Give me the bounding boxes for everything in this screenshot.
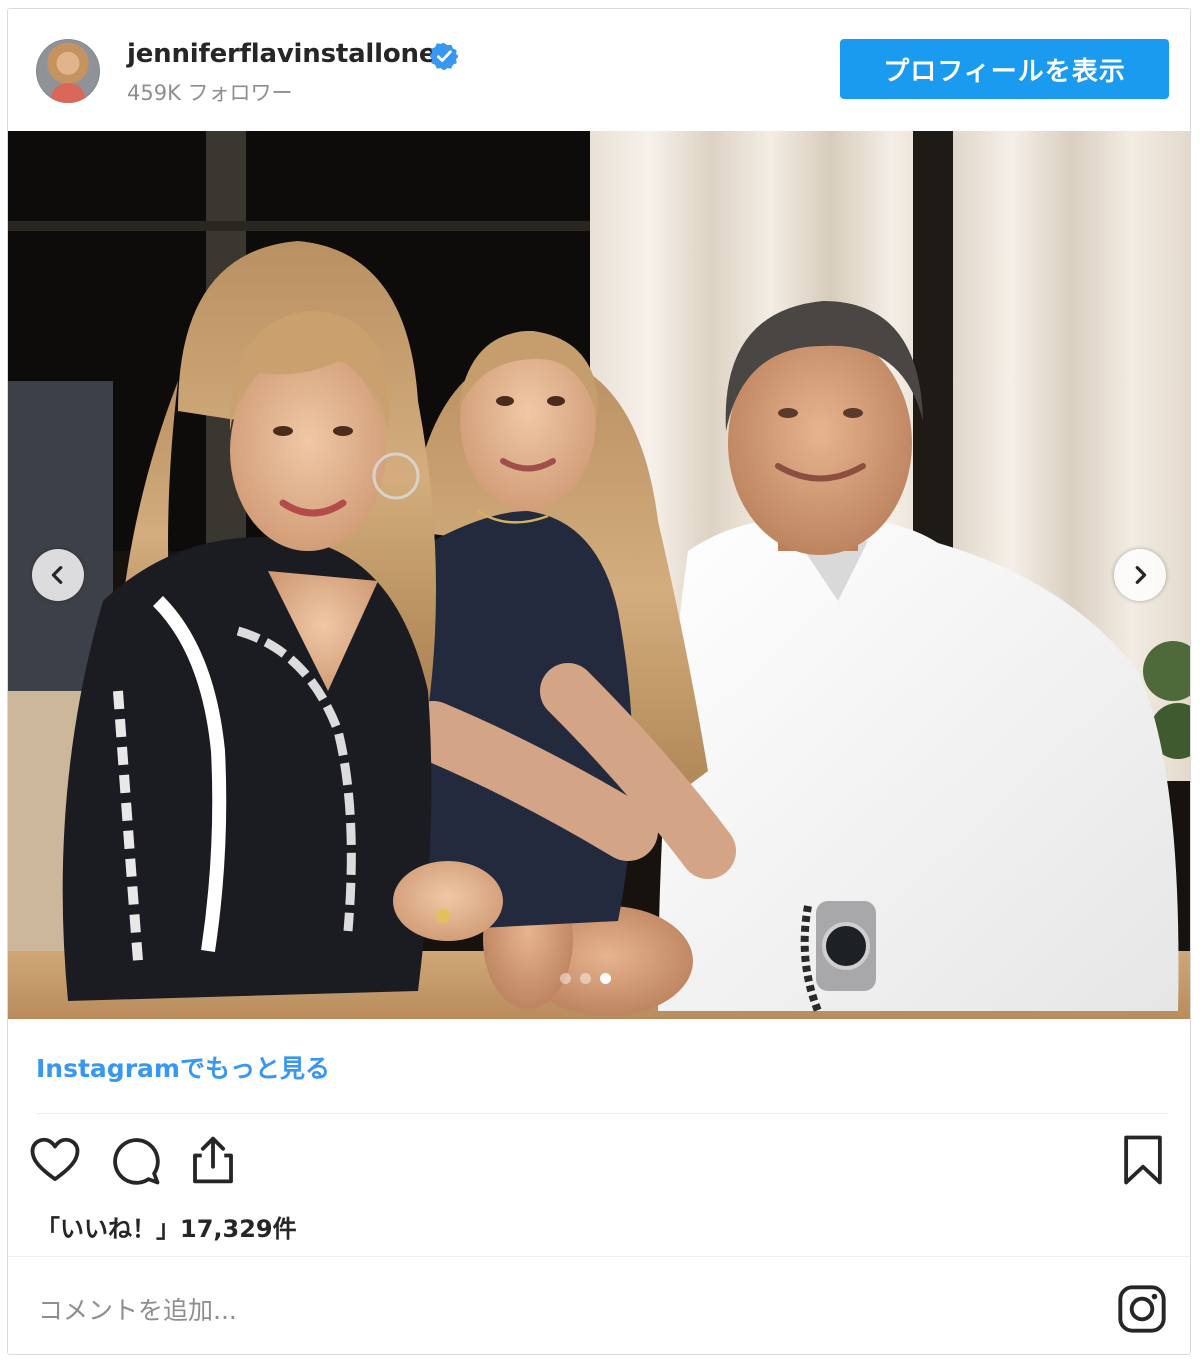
like-count: 「いいね！」17,329件 [36,1215,297,1243]
carousel-indicator [560,973,611,984]
comment-icon[interactable] [108,1133,162,1187]
post-header: jenniferflavinstallone 459K フォロワー プロフィール… [8,9,1190,131]
divider [36,1113,1169,1114]
chevron-right-icon [1135,566,1147,584]
instagram-logo-icon[interactable] [1116,1283,1168,1335]
view-profile-button[interactable]: プロフィールを表示 [840,39,1169,99]
carousel-dot [580,973,591,984]
photo-illustration [8,131,1190,1019]
divider [8,1256,1190,1257]
chevron-left-icon [51,566,63,584]
carousel-dot [560,973,571,984]
view-more-on-instagram-link[interactable]: Instagramでもっと見る [36,1049,330,1085]
heart-icon[interactable] [28,1133,82,1187]
share-icon[interactable] [186,1133,240,1187]
verified-badge-icon [430,42,458,70]
comment-input[interactable] [36,1287,1080,1333]
bookmark-icon[interactable] [1116,1133,1170,1187]
post-photo[interactable] [8,131,1190,1019]
instagram-embed-card: jenniferflavinstallone 459K フォロワー プロフィール… [7,8,1191,1355]
action-bar [8,1129,1190,1199]
avatar[interactable] [36,39,100,103]
follower-count: 459K フォロワー [127,81,293,105]
next-slide-button[interactable] [1114,549,1166,601]
previous-slide-button[interactable] [32,549,84,601]
username[interactable]: jenniferflavinstallone [127,39,436,69]
carousel-dot-active [600,973,611,984]
